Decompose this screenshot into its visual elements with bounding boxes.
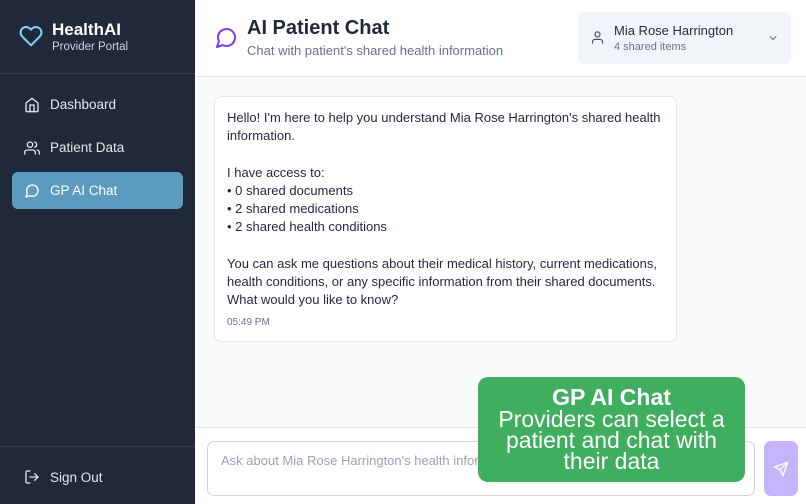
sidebar-item-label: Patient Data (50, 140, 125, 155)
sidebar-item-gp-ai-chat[interactable]: GP AI Chat (12, 172, 183, 209)
sidebar-item-label: Dashboard (50, 97, 117, 112)
message-line: Hello! I'm here to help you understand M… (227, 110, 661, 125)
shared-items-count: 4 shared items (614, 41, 687, 53)
sign-out-label: Sign Out (50, 469, 103, 485)
message-line: information. (227, 128, 295, 144)
user-icon (591, 31, 604, 44)
page-title: AI Patient Chat (247, 17, 390, 39)
sidebar-item-patient-data[interactable]: Patient Data (12, 129, 183, 166)
log-out-icon (25, 470, 39, 484)
message-line: health conditions, or any specific infor… (227, 273, 656, 289)
patient-selector[interactable]: Mia Rose Harrington 4 shared items (578, 12, 791, 64)
message-line: • 0 shared documents (227, 182, 353, 198)
sidebar: HealthAI Provider Portal Dashboard Patie… (0, 0, 195, 504)
patient-name: Mia Rose Harrington (614, 23, 734, 38)
brand: HealthAI Provider Portal (0, 0, 195, 74)
message-line: I have access to: (227, 164, 325, 180)
home-icon (25, 97, 39, 112)
callout-line: their data (563, 448, 660, 474)
message-timestamp: 05:49 PM (227, 317, 270, 328)
page-subtitle: Chat with patient's shared health inform… (247, 43, 504, 58)
feature-callout: GP AI Chat Providers can select a patien… (478, 377, 745, 482)
sign-out-button[interactable]: Sign Out (24, 469, 103, 485)
chat-icon (25, 183, 39, 198)
assistant-message: Hello! I'm here to help you understand M… (214, 96, 677, 342)
users-icon (24, 140, 40, 155)
brand-name: HealthAI (52, 20, 121, 39)
heart-icon (19, 26, 43, 47)
chat-icon (216, 27, 237, 48)
message-line: • 2 shared health conditions (227, 219, 387, 235)
sidebar-item-dashboard[interactable]: Dashboard (12, 86, 183, 123)
sidebar-item-label: GP AI Chat (50, 183, 118, 198)
message-line: • 2 shared medications (227, 201, 359, 217)
page-header: AI Patient Chat Chat with patient's shar… (195, 0, 806, 77)
message-line (227, 145, 664, 163)
sidebar-footer: Sign Out (0, 446, 195, 504)
brand-subtitle: Provider Portal (52, 41, 129, 53)
chevron-down-icon (769, 36, 777, 40)
send-button[interactable] (764, 441, 798, 496)
message-line: What would you like to know? (227, 292, 399, 308)
message-line (227, 236, 664, 254)
send-icon (773, 461, 789, 476)
message-line: You can ask me questions about their med… (227, 255, 657, 271)
